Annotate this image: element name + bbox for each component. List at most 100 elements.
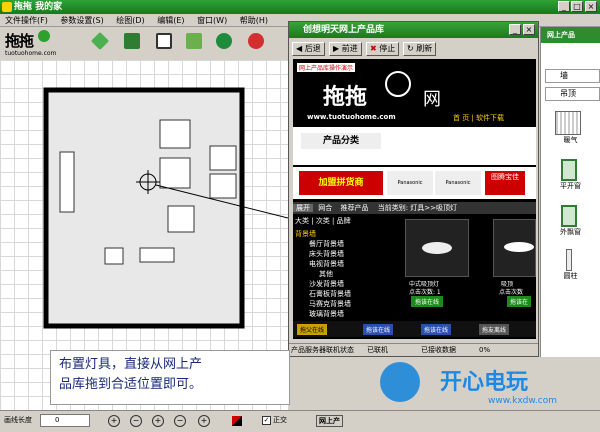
caption-line-2: 品库拖到合适位置即可。 [59, 377, 203, 392]
tab-expand[interactable]: 展开 [293, 204, 313, 212]
item-column: 圆柱 [563, 272, 578, 280]
logo-text: 拖拖 [5, 32, 34, 50]
chair-4 [167, 205, 195, 233]
tree-item[interactable]: 马赛克背景墙 [295, 299, 399, 309]
watermark-brand: 开心电玩 [440, 370, 529, 395]
refresh-button[interactable]: ↻ 刷新 [403, 42, 437, 56]
zoom-in-icon[interactable]: + [108, 415, 120, 427]
tab-recommended[interactable]: 推荐产品 [337, 204, 371, 212]
received-status: 已接收数据 [421, 346, 456, 354]
popup-title: 创想明天网上产品库 [303, 25, 385, 35]
zoom-reset-icon[interactable]: − [174, 415, 186, 427]
column-icon[interactable] [566, 249, 572, 271]
ortho-checkbox[interactable]: ✓ [262, 416, 271, 425]
radiator-icon[interactable] [555, 111, 581, 135]
demo-link[interactable]: 网上产品库操作演示 [297, 63, 356, 72]
refresh-tool-icon[interactable] [216, 33, 232, 49]
save-icon[interactable] [156, 33, 172, 49]
stop-tool-icon[interactable] [248, 33, 264, 49]
ortho-label: 正交 [273, 416, 287, 424]
popup-close-button[interactable]: × [523, 24, 535, 35]
popup-minimize-button[interactable]: _ [509, 24, 521, 35]
menu-help[interactable]: 帮助(H) [235, 14, 273, 27]
category-header: 产品分类 [301, 133, 381, 149]
ad-totem[interactable]: 图腾宝佳 [485, 171, 525, 195]
server-status-label: 产品服务器联机状态 [291, 346, 354, 354]
tab-ceiling[interactable]: 吊顶 [545, 87, 600, 101]
close-button[interactable]: × [585, 1, 597, 12]
breadcrumb: 当前类别: 灯具>>吸顶灯 [377, 204, 458, 212]
ads-row: 加盟拼货商 Panasonic Panasonic 图腾宝佳 [293, 167, 536, 199]
item-radiator: 暖气 [563, 136, 578, 144]
ceiling-lamp-icon [422, 242, 452, 254]
bottom-button-row: 拖父在线 拖该在线 拖该在线 拖友离线 [293, 321, 536, 337]
menu-file[interactable]: 文件操作(F) [0, 14, 53, 27]
zoom-out-icon[interactable]: − [130, 415, 142, 427]
chair-3 [159, 157, 191, 189]
tree-item[interactable]: 餐厅背景墙 [295, 239, 399, 249]
menu-window[interactable]: 窗口(W) [192, 14, 232, 27]
bottom-status-bar: 画线长度 0 + − + − + ✓ 正交 网上产 [0, 410, 600, 432]
tree-item[interactable]: 电视背景墙 [295, 259, 399, 269]
tab-merge[interactable]: 网合 [315, 204, 335, 212]
app-title: 拖拖 我的家 [14, 2, 63, 12]
product-drag-button-2[interactable]: 拖该在 [507, 296, 532, 307]
maximize-button[interactable]: □ [571, 1, 583, 12]
watermark: 开心电玩 www.kxdw.com [310, 360, 600, 410]
bottom-button-4[interactable]: 拖友离线 [479, 324, 510, 335]
sofa-left [59, 151, 75, 213]
tree-item[interactable]: 床头背景墙 [295, 249, 399, 259]
stop-button[interactable]: ✖ 停止 [366, 42, 400, 56]
ad-franchise[interactable]: 加盟拼货商 [299, 171, 383, 195]
product-image-2[interactable] [493, 219, 536, 277]
tree-item[interactable]: 石膏板背景墙 [295, 289, 399, 299]
bottom-button-2[interactable]: 拖该在线 [363, 324, 394, 335]
watermark-url: www.kxdw.com [488, 396, 557, 406]
taskbar-button[interactable]: 网上产 [316, 415, 343, 427]
forward-button[interactable]: ▶ 前进 [329, 42, 362, 56]
right-library-panel: 网上产品 墙 吊顶 暖气 平开窗 外飘窗 圆柱 [540, 27, 600, 357]
product-library-window: 创想明天网上产品库 _ × ◀ 后退 ▶ 前进 ✖ 停止 ↻ 刷新 网上产品库操… [288, 21, 539, 357]
item-casement-window: 平开窗 [560, 182, 581, 190]
chair-1 [104, 247, 124, 265]
cabinet-1 [209, 145, 237, 171]
product-clicks-1: 点击次数: 1 [409, 289, 441, 296]
tree-item[interactable]: 沙发背景墙 [295, 279, 399, 289]
layer-tool-icon[interactable] [186, 33, 202, 49]
bay-window-icon[interactable] [561, 205, 577, 227]
product-drag-button-1[interactable]: 拖该在线 [411, 296, 444, 307]
web-content: 网上产品库操作演示 拖拖 网 www.tuotuohome.com 首 页 | … [293, 59, 536, 339]
line-length-label: 画线长度 [4, 416, 32, 424]
zoom-fit-icon[interactable]: + [152, 415, 164, 427]
popup-title-bar: 创想明天网上产品库 [289, 22, 538, 38]
logo-dot-icon [37, 30, 50, 42]
minimize-button[interactable]: _ [558, 1, 570, 12]
bottom-button-3[interactable]: 拖该在线 [421, 324, 452, 335]
tree-item[interactable]: 背景墙 [295, 229, 399, 239]
web-brand-suffix: 网 [423, 89, 441, 110]
tree-item[interactable]: 玻璃背景墙 [295, 309, 399, 319]
app-title-bar: 拖拖 我的家 [0, 0, 600, 14]
bottom-button-1[interactable]: 拖父在线 [297, 324, 328, 335]
casement-window-icon[interactable] [561, 159, 577, 181]
progress-percent: 0% [479, 346, 491, 354]
wall-tool-icon[interactable] [124, 33, 140, 49]
cabinet-2 [209, 173, 237, 199]
line-length-input[interactable]: 0 [40, 414, 90, 427]
tree-item[interactable]: 其他 [295, 269, 399, 279]
chair-2 [159, 119, 191, 149]
watermark-mascot-icon [380, 362, 420, 402]
back-button[interactable]: ◀ 后退 [292, 42, 325, 56]
menu-settings[interactable]: 参数设置(S) [55, 14, 108, 27]
menu-draw[interactable]: 绘图(D) [111, 14, 149, 27]
menu-edit[interactable]: 编辑(E) [152, 14, 189, 27]
tab-wall[interactable]: 墙 [545, 69, 600, 83]
color-picker-icon[interactable] [232, 416, 242, 426]
web-nav[interactable]: 首 页 | 软件下载 [453, 113, 504, 123]
ad-panasonic-1[interactable]: Panasonic [387, 171, 433, 195]
caption-line-1: 布置灯具，直接从网上产 [59, 357, 203, 372]
pan-icon[interactable]: + [198, 415, 210, 427]
product-image-1[interactable] [405, 219, 469, 277]
web-brand: 拖拖 [323, 84, 368, 110]
ad-panasonic-2[interactable]: Panasonic [435, 171, 481, 195]
